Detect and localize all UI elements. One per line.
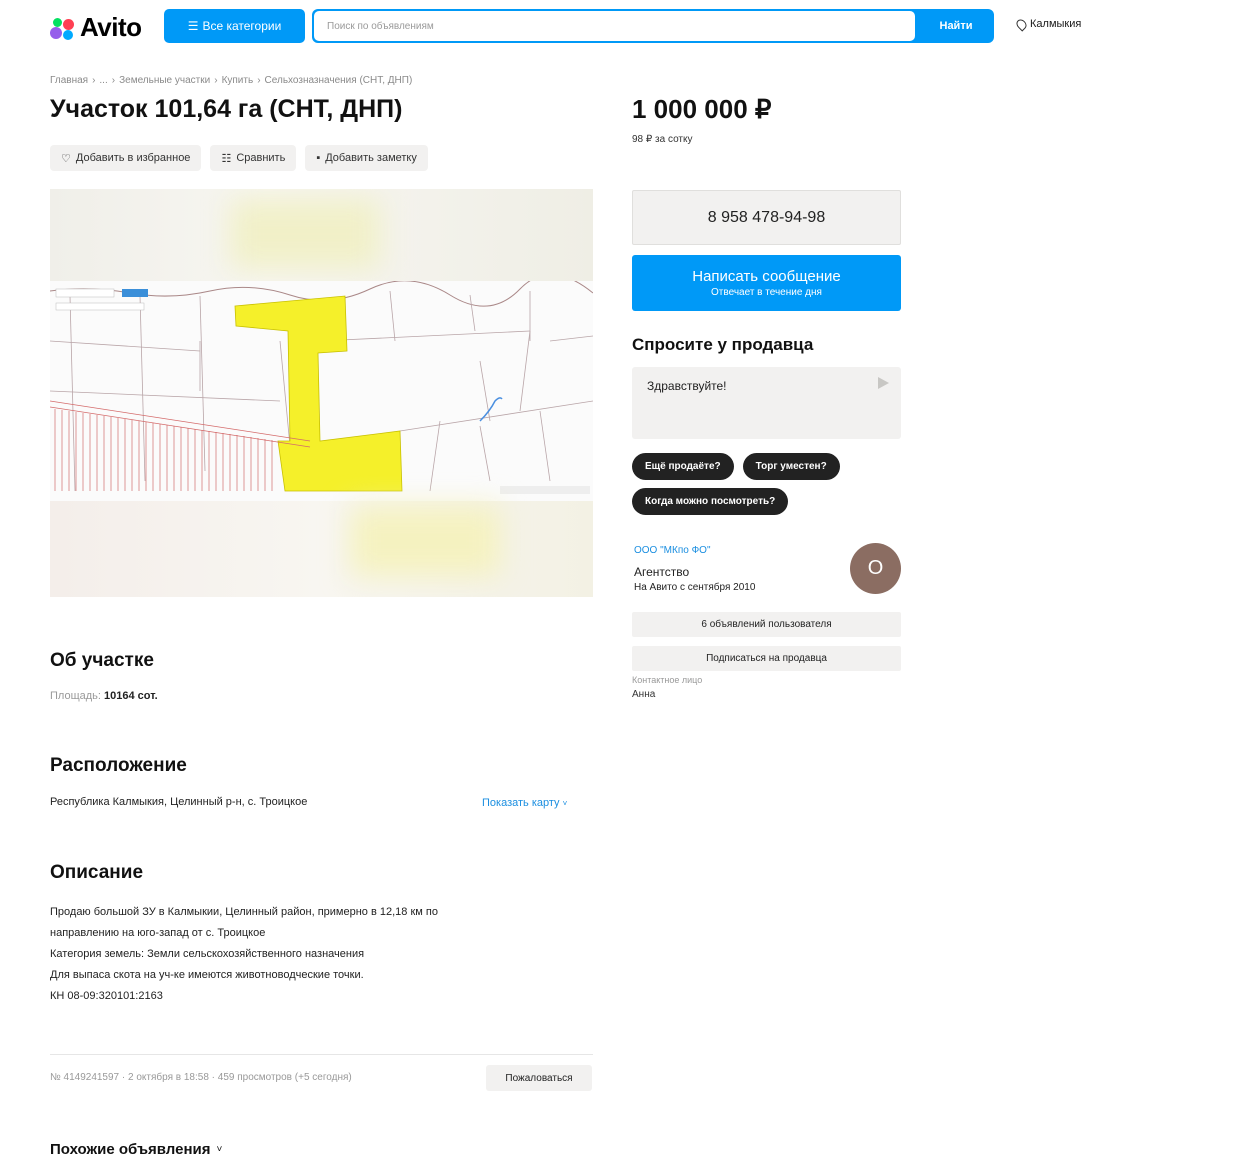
all-categories-button[interactable]: ☰ Все категории bbox=[164, 9, 305, 43]
description-line: направлению на юго-запад от с. Троицкое bbox=[50, 927, 266, 939]
breadcrumb-home[interactable]: Главная bbox=[50, 75, 88, 86]
search-input[interactable] bbox=[313, 10, 916, 42]
breadcrumb-ellipsis[interactable]: ... bbox=[99, 75, 107, 86]
ask-seller-heading: Спросите у продавца bbox=[632, 335, 814, 354]
description-line: КН 08-09:320101:2163 bbox=[50, 990, 163, 1002]
description-heading: Описание bbox=[50, 862, 144, 883]
blurred-photo-top bbox=[50, 189, 593, 281]
seller-type: Агентство bbox=[634, 565, 690, 579]
add-to-favorites-button[interactable]: ♡ Добавить в избранное bbox=[50, 145, 202, 171]
blurred-photo-bottom bbox=[50, 501, 593, 597]
price: 1 000 000 ₽ bbox=[632, 94, 772, 124]
report-button[interactable]: Пожаловаться bbox=[486, 1065, 592, 1091]
page-title: Участок 101,64 га (СНТ, ДНП) bbox=[50, 95, 403, 123]
add-to-favorites-label: Добавить в избранное bbox=[75, 152, 191, 164]
listing-photo[interactable] bbox=[50, 189, 593, 597]
heart-icon: ♡ bbox=[61, 152, 71, 165]
breadcrumb-separator: › bbox=[92, 75, 96, 86]
cadastral-map-image bbox=[50, 281, 593, 501]
description-line: Продаю большой ЗУ в Калмыкии, Целинный р… bbox=[50, 906, 438, 918]
about-heading: Об участке bbox=[50, 650, 154, 671]
seller-since: На Авито с сентября 2010 bbox=[634, 582, 756, 593]
address: Республика Калмыкия, Целинный р-н, с. Тр… bbox=[50, 796, 308, 808]
show-phone-button[interactable]: 8 958 478-94-98 bbox=[632, 190, 901, 245]
seller-listings-button[interactable]: 6 объявлений пользователя bbox=[632, 612, 901, 637]
quick-questions: Ещё продаёте? Торг уместен? Когда можно … bbox=[632, 453, 907, 515]
search-button[interactable]: Найти bbox=[918, 9, 994, 43]
quick-question-chip[interactable]: Торг уместен? bbox=[742, 453, 840, 480]
breadcrumb-separator: › bbox=[111, 75, 116, 86]
breadcrumb-separator: › bbox=[214, 75, 218, 86]
avatar[interactable]: О bbox=[850, 543, 901, 594]
note-icon: ▪ bbox=[316, 152, 321, 164]
breadcrumb-agricultural[interactable]: Сельхозназначения (СНТ, ДНП) bbox=[265, 75, 413, 86]
menu-search-icon: ☰ bbox=[187, 19, 199, 33]
breadcrumb-separator: › bbox=[257, 75, 261, 86]
show-map-link[interactable]: Показать карту ˅ bbox=[482, 797, 567, 809]
write-message-button[interactable]: Написать сообщение Отвечает в течение дн… bbox=[632, 255, 901, 311]
price-per-unit: 98 ₽ за сотку bbox=[632, 134, 693, 145]
subscribe-seller-button[interactable]: Подписаться на продавца bbox=[632, 646, 901, 671]
area-value: 10164 сот. bbox=[104, 690, 158, 702]
similar-listings-toggle[interactable]: Похожие объявления ˅ bbox=[50, 1141, 222, 1158]
similar-listings-label: Похожие объявления bbox=[50, 1141, 211, 1158]
location-heading: Расположение bbox=[50, 755, 187, 776]
listing-actions: ♡ Добавить в избранное ☷ Сравнить ▪ Доба… bbox=[50, 145, 428, 171]
contact-person-name: Анна bbox=[632, 689, 656, 700]
ask-seller-text: Здравствуйте! bbox=[647, 379, 727, 393]
breadcrumb-buy[interactable]: Купить bbox=[222, 75, 254, 86]
logo-text: Avito bbox=[80, 12, 142, 42]
area-row: Площадь: 10164 сот. bbox=[50, 690, 158, 702]
quick-question-chip[interactable]: Когда можно посмотреть? bbox=[632, 488, 789, 515]
divider bbox=[50, 1054, 593, 1055]
area-label: Площадь: bbox=[50, 690, 101, 702]
description-line: Для выпаса скота на уч-ке имеются животн… bbox=[50, 969, 364, 981]
contact-person-label: Контактное лицо bbox=[632, 675, 703, 685]
compare-button[interactable]: ☷ Сравнить bbox=[210, 145, 297, 171]
region-selector[interactable]: Калмыкия bbox=[1014, 16, 1082, 32]
avito-logo[interactable]: Avito bbox=[50, 12, 142, 43]
add-note-label: Добавить заметку bbox=[325, 152, 417, 164]
all-categories-label: Все категории bbox=[202, 19, 282, 33]
write-message-label: Написать сообщение bbox=[692, 268, 841, 285]
breadcrumb-land-plots[interactable]: Земельные участки bbox=[119, 75, 210, 86]
ask-seller-input[interactable]: Здравствуйте! bbox=[632, 367, 901, 439]
compare-icon: ☷ bbox=[221, 152, 232, 165]
region-label: Калмыкия bbox=[1030, 18, 1082, 30]
send-icon[interactable] bbox=[878, 377, 889, 389]
quick-question-chip[interactable]: Ещё продаёте? bbox=[632, 453, 734, 480]
response-time-label: Отвечает в течение дня bbox=[711, 287, 822, 298]
listing-meta: № 4149241597 · 2 октября в 18:58 · 459 п… bbox=[50, 1072, 352, 1083]
show-map-label: Показать карту bbox=[482, 797, 560, 809]
breadcrumb: Главная › ... › Земельные участки › Купи… bbox=[50, 75, 412, 86]
add-note-button[interactable]: ▪ Добавить заметку bbox=[305, 145, 428, 171]
avito-logo-icon bbox=[50, 15, 76, 41]
description-text: Продаю большой ЗУ в Калмыкии, Целинный р… bbox=[50, 902, 570, 1007]
seller-name-link[interactable]: ООО "МКпо ФО" bbox=[634, 545, 711, 556]
chevron-down-icon: ˅ bbox=[562, 799, 568, 808]
location-pin-icon bbox=[1014, 16, 1029, 32]
compare-label: Сравнить bbox=[236, 152, 286, 164]
search-bar: Найти bbox=[312, 9, 994, 43]
description-line: Категория земель: Земли сельскохозяйстве… bbox=[50, 948, 365, 960]
chevron-down-icon: ˅ bbox=[216, 1144, 223, 1155]
